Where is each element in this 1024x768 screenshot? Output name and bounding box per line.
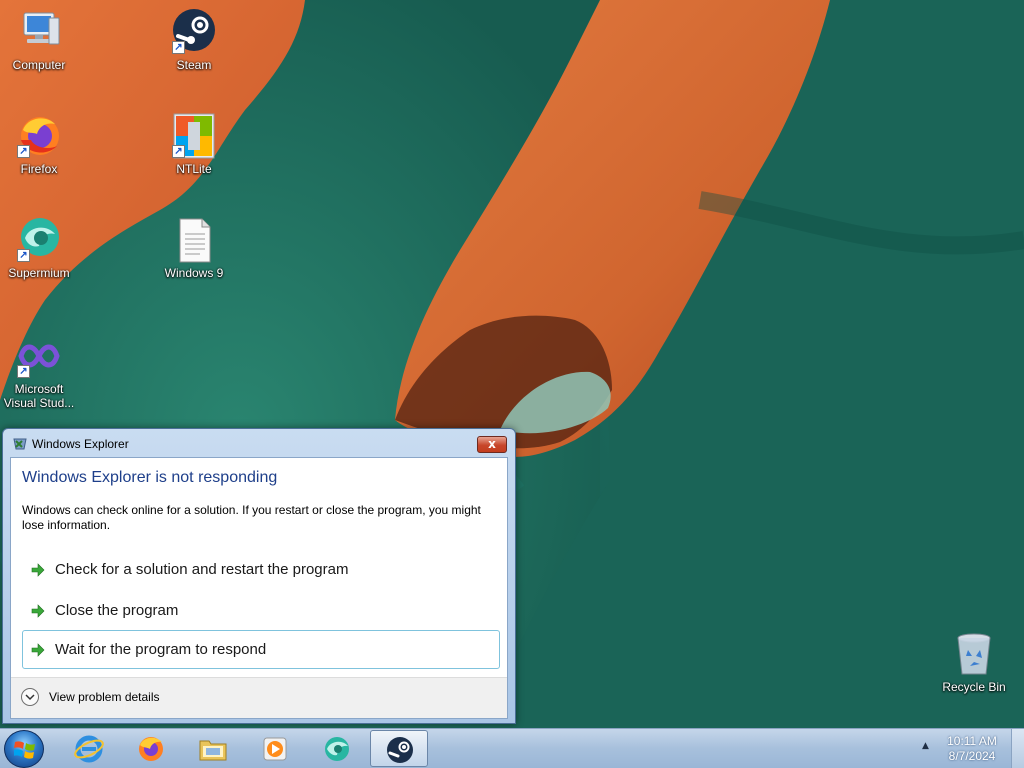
option-label: Wait for the program to respond [55, 641, 267, 658]
shortcut-arrow-icon: ↗ [17, 249, 30, 262]
dialog-title: Windows Explorer [32, 437, 129, 451]
desktop-icon-ntlite[interactable]: ↗ NTLite [152, 112, 236, 176]
option-wait-for-response[interactable]: Wait for the program to respond [22, 630, 500, 669]
desktop-icon-label: Firefox [20, 162, 58, 176]
internet-explorer-icon [74, 735, 104, 763]
windows-explorer-icon [13, 438, 27, 450]
taskbar-supermium[interactable] [308, 730, 366, 767]
supermium-icon [325, 737, 349, 761]
close-button[interactable]: x [477, 436, 507, 453]
taskbar-file-explorer[interactable] [184, 730, 242, 767]
taskbar: ▲ 10:11 AM 8/7/2024 [0, 728, 1024, 768]
desktop-icon-recycle-bin[interactable]: Recycle Bin [932, 630, 1016, 694]
media-player-icon [263, 737, 287, 761]
desktop-icon-steam[interactable]: ↗ Steam [152, 8, 236, 72]
option-check-solution-restart[interactable]: Check for a solution and restart the pro… [22, 550, 500, 589]
option-close-program[interactable]: Close the program [22, 591, 500, 630]
taskbar-firefox[interactable] [122, 730, 180, 767]
green-arrow-icon [31, 563, 45, 577]
desktop-icon-label: Computer [12, 58, 66, 72]
taskbar-steam[interactable] [370, 730, 428, 767]
start-button[interactable] [4, 730, 44, 768]
computer-icon [15, 8, 63, 56]
desktop-icon-firefox[interactable]: ↗ Firefox [0, 112, 81, 176]
dialog-footer: View problem details [11, 677, 507, 718]
shortcut-arrow-icon: ↗ [172, 41, 185, 54]
clock-time: 10:11 AM [947, 734, 997, 748]
option-label: Close the program [55, 602, 179, 619]
steam-icon: ↗ [170, 8, 218, 56]
chevron-down-icon [25, 694, 35, 701]
green-arrow-icon [31, 604, 45, 618]
taskbar-internet-explorer[interactable] [60, 730, 118, 767]
show-hidden-icons-button[interactable]: ▲ [922, 741, 929, 751]
dialog-heading: Windows Explorer is not responding [22, 469, 278, 486]
shortcut-arrow-icon: ↗ [17, 365, 30, 378]
shortcut-arrow-icon: ↗ [172, 145, 185, 158]
green-arrow-icon [31, 643, 45, 657]
document-icon [170, 216, 218, 264]
desktop-icon-label: NTLite [176, 162, 212, 176]
dialog-titlebar[interactable]: Windows Explorer x [3, 429, 515, 457]
view-problem-details-link[interactable]: View problem details [49, 690, 160, 704]
desktop-icon-label: Windows 9 [164, 266, 224, 280]
visual-studio-icon: ↗ [15, 332, 63, 380]
desktop-icon-visual-studio[interactable]: ↗ Microsoft Visual Stud... [0, 332, 81, 410]
clock-date: 8/7/2024 [948, 749, 996, 763]
show-desktop-button[interactable] [1011, 729, 1024, 768]
desktop-icon-computer[interactable]: Computer [0, 8, 81, 72]
desktop-icon-label: Recycle Bin [942, 680, 1006, 694]
steam-icon [387, 737, 413, 763]
desktop-icon-windows-9[interactable]: Windows 9 [152, 216, 236, 280]
taskbar-media-player[interactable] [246, 730, 304, 767]
desktop-icon-label: Supermium [8, 266, 70, 280]
not-responding-dialog: Windows Explorer x Windows Explorer is n… [2, 428, 516, 724]
desktop-icon-label: Microsoft Visual Stud... [3, 382, 75, 410]
option-label: Check for a solution and restart the pro… [55, 561, 349, 578]
ntlite-icon: ↗ [170, 112, 218, 160]
dialog-message: Windows can check online for a solution.… [22, 503, 481, 532]
dialog-content: Windows Explorer is not responding Windo… [10, 457, 508, 719]
recycle-bin-icon [950, 630, 998, 678]
shortcut-arrow-icon: ↗ [17, 145, 30, 158]
desktop-icon-supermium[interactable]: ↗ Supermium [0, 216, 81, 280]
windows-start-icon [14, 741, 35, 759]
supermium-icon: ↗ [15, 216, 63, 264]
file-explorer-icon [199, 740, 227, 761]
firefox-icon: ↗ [15, 112, 63, 160]
taskbar-clock[interactable]: 10:11 AM 8/7/2024 [940, 734, 1004, 764]
view-details-toggle[interactable] [21, 688, 39, 706]
firefox-icon [139, 737, 163, 761]
desktop-icon-label: Steam [176, 58, 212, 72]
